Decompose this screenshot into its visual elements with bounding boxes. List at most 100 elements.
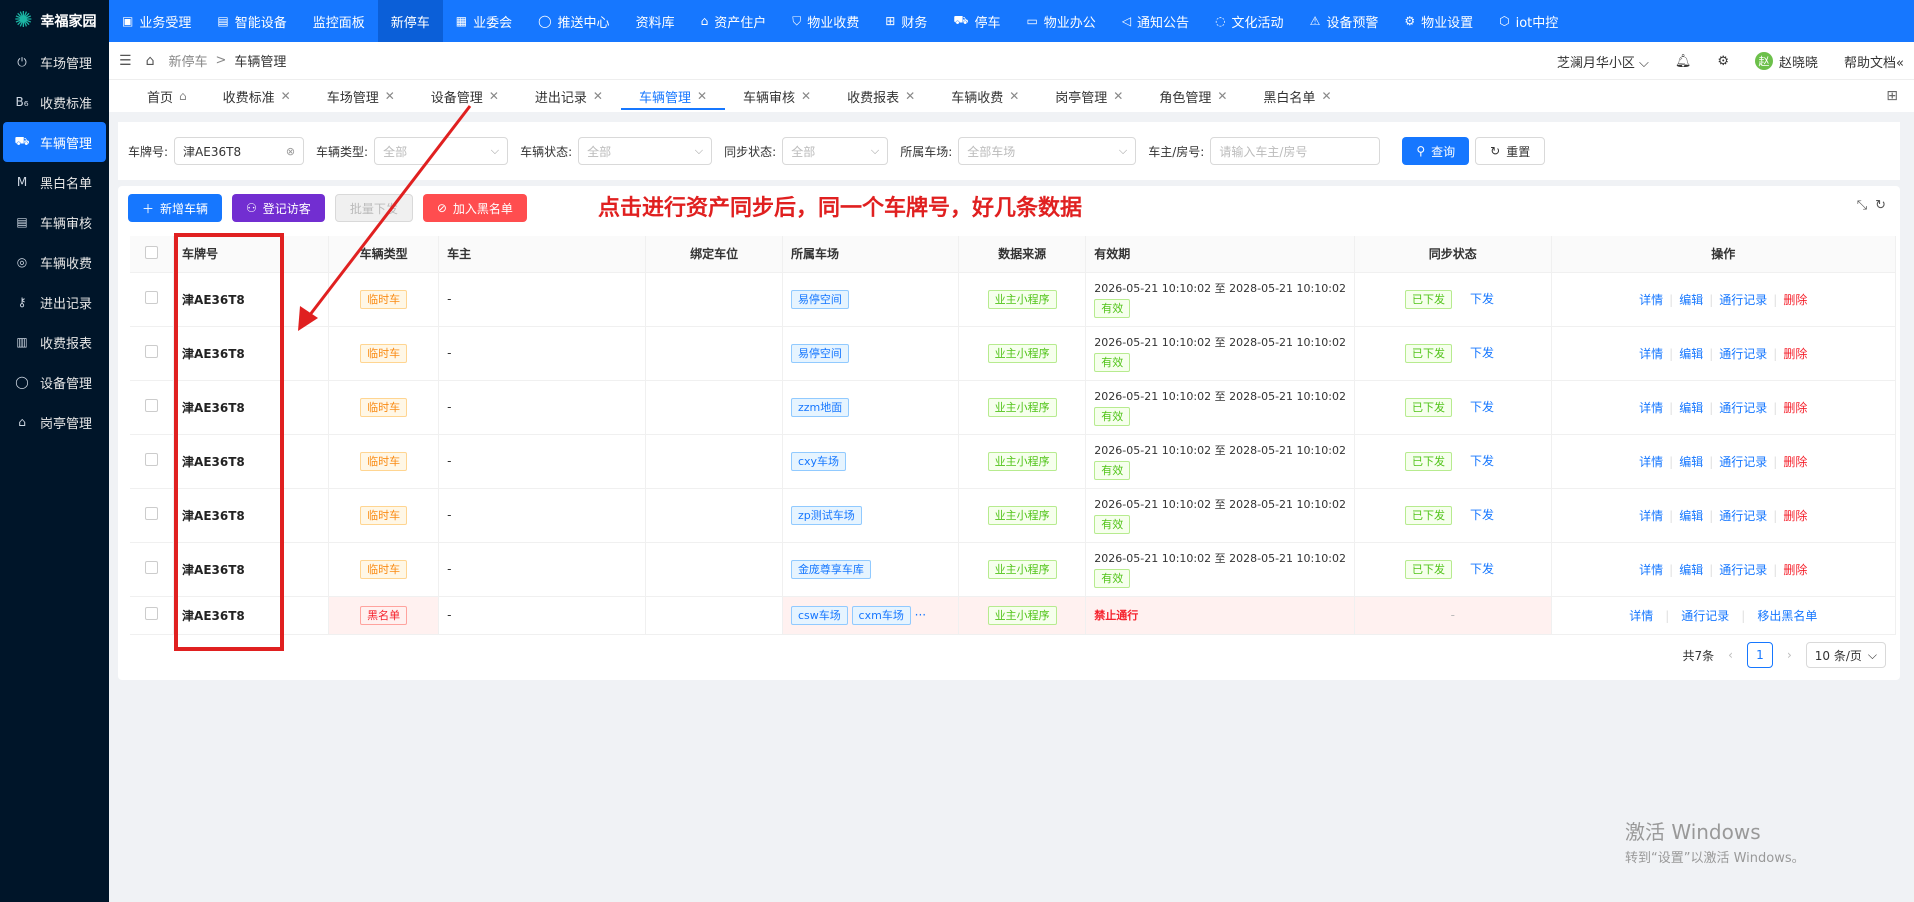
menu-toggle-icon[interactable]: ☰ — [119, 53, 132, 69]
op-link[interactable]: 编辑 — [1679, 563, 1703, 577]
op-link[interactable]: 通行记录 — [1719, 563, 1767, 577]
sidebar-item-6[interactable]: ⚷ 进出记录 — [0, 282, 109, 322]
close-icon[interactable]: ✕ — [593, 89, 603, 103]
tab-4[interactable]: 进出记录 ✕ — [517, 80, 621, 112]
close-icon[interactable]: ✕ — [1217, 89, 1227, 103]
op-link[interactable]: 详情 — [1639, 563, 1663, 577]
op-link[interactable]: 编辑 — [1679, 293, 1703, 307]
dispatch-link[interactable]: 下发 — [1470, 508, 1494, 522]
sidebar-item-3[interactable]: M 黑白名单 — [0, 162, 109, 202]
op-link[interactable]: 删除 — [1783, 509, 1807, 523]
op-link[interactable]: 编辑 — [1679, 401, 1703, 415]
topnav-item-15[interactable]: ⚙ 物业设置 — [1391, 0, 1486, 42]
grid-icon[interactable]: ⊞ — [1886, 88, 1898, 104]
sync-select[interactable]: 全部 ⌵ — [782, 137, 889, 165]
close-icon[interactable]: ✕ — [1113, 89, 1123, 103]
row-checkbox[interactable] — [145, 607, 159, 620]
plate-input[interactable]: 津AE36T8 ⊗ — [174, 137, 305, 165]
page-size-select[interactable]: 10 条/页 ⌵ — [1805, 642, 1886, 668]
topnav-item-5[interactable]: ◯ 推送中心 — [525, 0, 622, 42]
topnav-item-14[interactable]: ⚠ 设备预警 — [1297, 0, 1392, 42]
help-doc-link[interactable]: 帮助文档« — [1844, 52, 1904, 71]
row-checkbox[interactable] — [145, 453, 159, 466]
refresh-icon[interactable]: ↻ — [1875, 198, 1886, 213]
row-checkbox[interactable] — [145, 345, 159, 358]
op-link[interactable]: 通行记录 — [1719, 293, 1767, 307]
op-link[interactable]: 移出黑名单 — [1757, 609, 1817, 623]
dispatch-link[interactable]: 下发 — [1470, 292, 1494, 306]
tab-5[interactable]: 车辆管理 ✕ — [620, 80, 726, 112]
topnav-item-12[interactable]: ◁ 通知公告 — [1109, 0, 1202, 42]
status-select[interactable]: 全部 ⌵ — [578, 137, 713, 165]
breadcrumb-parent[interactable]: 新停车 — [168, 51, 207, 70]
op-link[interactable]: 通行记录 — [1719, 401, 1767, 415]
op-link[interactable]: 通行记录 — [1681, 609, 1729, 623]
more-lots[interactable]: ··· — [915, 608, 926, 622]
tab-10[interactable]: 角色管理 ✕ — [1141, 80, 1245, 112]
row-checkbox[interactable] — [145, 507, 159, 520]
bell-icon[interactable]: 🔔︎ — [1675, 54, 1692, 69]
dispatch-link[interactable]: 下发 — [1470, 346, 1494, 360]
row-checkbox[interactable] — [145, 291, 159, 304]
query-button[interactable]: ⚲ 查询 — [1402, 137, 1470, 165]
close-icon[interactable]: ✕ — [905, 89, 915, 103]
prev-page-icon[interactable]: ‹ — [1728, 648, 1733, 662]
register-visitor-button[interactable]: ⚇ 登记访客 — [232, 194, 325, 222]
op-link[interactable]: 删除 — [1783, 563, 1807, 577]
op-link[interactable]: 通行记录 — [1719, 455, 1767, 469]
topnav-item-6[interactable]: 资料库 — [623, 0, 688, 42]
topnav-item-16[interactable]: ⬡ iot中控 — [1486, 0, 1571, 42]
reset-button[interactable]: ↻ 重置 — [1475, 137, 1546, 165]
dispatch-link[interactable]: 下发 — [1470, 400, 1494, 414]
topnav-item-0[interactable]: ▣ 业务受理 — [109, 0, 204, 42]
op-link[interactable]: 编辑 — [1679, 509, 1703, 523]
community-selector[interactable]: 芝澜月华小区 ⌵ — [1557, 52, 1649, 71]
topnav-item-3[interactable]: 新停车 — [377, 0, 443, 42]
add-vehicle-button[interactable]: ＋ 新增车辆 — [128, 194, 223, 222]
op-link[interactable]: 删除 — [1783, 455, 1807, 469]
page-number[interactable]: 1 — [1746, 642, 1773, 668]
tab-6[interactable]: 车辆审核 ✕ — [725, 80, 829, 112]
sidebar-item-2[interactable]: ⛟ 车辆管理 — [3, 122, 106, 162]
op-link[interactable]: 详情 — [1639, 347, 1663, 361]
op-link[interactable]: 通行记录 — [1719, 347, 1767, 361]
add-to-blacklist-button[interactable]: ⊘ 加入黑名单 — [422, 194, 527, 222]
op-link[interactable]: 删除 — [1783, 401, 1807, 415]
topnav-item-2[interactable]: 监控面板 — [300, 0, 378, 42]
next-page-icon[interactable]: › — [1787, 648, 1792, 662]
select-all-checkbox[interactable] — [145, 245, 159, 259]
op-link[interactable]: 删除 — [1783, 293, 1807, 307]
tab-8[interactable]: 车辆收费 ✕ — [933, 80, 1037, 112]
row-checkbox[interactable] — [145, 399, 159, 412]
tab-1[interactable]: 收费标准 ✕ — [205, 80, 309, 112]
batch-dispatch-button[interactable]: 批量下发 — [334, 194, 413, 222]
op-link[interactable]: 详情 — [1639, 401, 1663, 415]
sidebar-item-5[interactable]: ◎ 车辆收费 — [0, 242, 109, 282]
tab-11[interactable]: 黑白名单 ✕ — [1245, 80, 1349, 112]
topnav-item-7[interactable]: ⌂ 资产住户 — [688, 0, 780, 42]
sidebar-item-4[interactable]: ▤ 车辆审核 — [0, 202, 109, 242]
topnav-item-1[interactable]: ▤ 智能设备 — [204, 0, 299, 42]
close-icon[interactable]: ✕ — [385, 89, 395, 103]
op-link[interactable]: 编辑 — [1679, 455, 1703, 469]
close-icon[interactable]: ✕ — [281, 89, 291, 103]
topnav-item-9[interactable]: ⊞ 财务 — [872, 0, 940, 42]
gear-icon[interactable]: ⚙ — [1717, 54, 1729, 69]
op-link[interactable]: 通行记录 — [1719, 509, 1767, 523]
close-icon[interactable]: ✕ — [697, 89, 707, 103]
sidebar-item-0[interactable]: ⏻ 车场管理 — [0, 42, 109, 82]
topnav-item-10[interactable]: ⛟ 停车 — [940, 0, 1013, 42]
close-icon[interactable]: ✕ — [1009, 89, 1019, 103]
sidebar-item-1[interactable]: B₆ 收费标准 — [0, 82, 109, 122]
lot-select[interactable]: 全部车场 ⌵ — [958, 137, 1137, 165]
sidebar-item-8[interactable]: ◯ 设备管理 — [0, 362, 109, 402]
dispatch-link[interactable]: 下发 — [1470, 454, 1494, 468]
tab-7[interactable]: 收费报表 ✕ — [829, 80, 933, 112]
dispatch-link[interactable]: 下发 — [1470, 562, 1494, 576]
close-icon[interactable]: ✕ — [801, 89, 811, 103]
owner-input[interactable]: 请输入车主/房号 — [1210, 137, 1381, 165]
row-checkbox[interactable] — [145, 561, 159, 574]
close-icon[interactable]: ✕ — [1321, 89, 1331, 103]
op-link[interactable]: 删除 — [1783, 347, 1807, 361]
tab-3[interactable]: 设备管理 ✕ — [413, 80, 517, 112]
